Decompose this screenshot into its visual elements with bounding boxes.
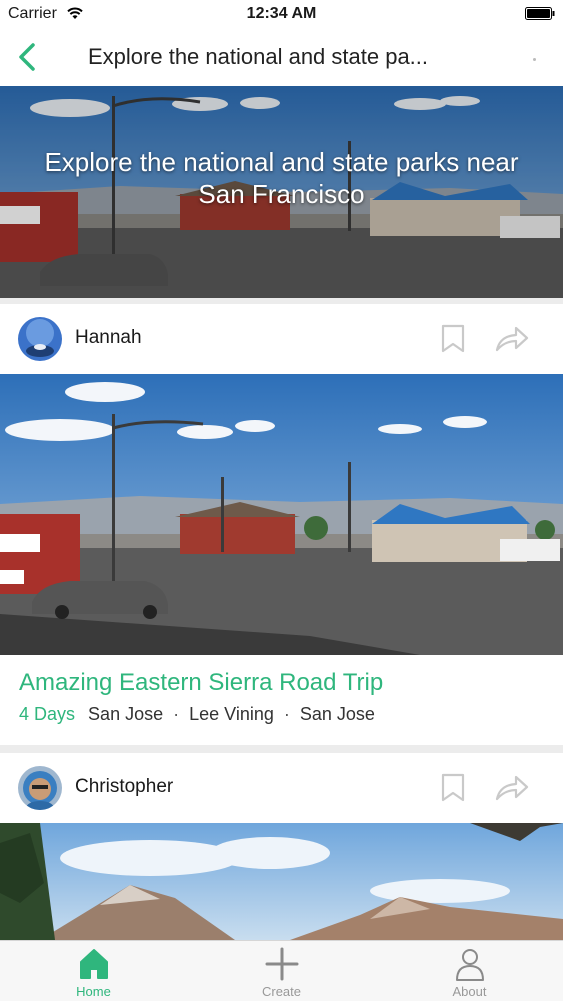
card-header: Hannah — [0, 304, 563, 374]
battery-icon — [525, 7, 555, 20]
more-icon — [533, 58, 536, 61]
person-icon — [456, 949, 484, 981]
bookmark-icon[interactable] — [440, 324, 466, 354]
trip-title[interactable]: Amazing Eastern Sierra Road Trip — [19, 669, 383, 697]
trip-stop: San Jose — [88, 704, 164, 724]
author-name[interactable]: Christopher — [75, 776, 173, 798]
hero-title: Explore the national and state parks nea… — [44, 147, 519, 209]
trip-photo-image — [0, 374, 563, 655]
trip-meta: 4 Days San Jose · Lee Vining · San Jose — [19, 704, 375, 725]
hero-banner[interactable]: Explore the national and state parks nea… — [0, 86, 563, 298]
avatar-image — [18, 766, 62, 810]
separator-dot: · — [283, 704, 290, 724]
separator-dot: · — [173, 704, 180, 724]
author-name[interactable]: Hannah — [75, 327, 142, 349]
home-icon — [80, 949, 108, 979]
tab-label: Home — [76, 984, 111, 999]
tab-about[interactable]: About — [376, 941, 563, 1001]
tab-create[interactable]: Create — [188, 941, 375, 1001]
tab-label: Create — [261, 984, 302, 999]
trip-stop: Lee Vining — [189, 704, 274, 724]
nav-bar: Explore the national and state pa... — [0, 30, 563, 86]
bookmark-icon[interactable] — [440, 773, 466, 803]
avatar-image — [18, 317, 62, 361]
share-icon[interactable] — [494, 324, 530, 354]
avatar[interactable] — [18, 317, 62, 361]
trip-photo[interactable] — [0, 374, 563, 655]
status-bar: Carrier 12:34 AM — [0, 0, 563, 30]
plus-icon — [265, 947, 299, 981]
back-button[interactable] — [14, 42, 40, 72]
card-header: Christopher — [0, 753, 563, 823]
clock: 12:34 AM — [246, 5, 317, 22]
page-title: Explore the national and state pa... — [88, 44, 429, 69]
trip-info[interactable]: Amazing Eastern Sierra Road Trip 4 Days … — [0, 655, 563, 745]
tab-home[interactable]: Home — [0, 941, 187, 1001]
tab-label: About — [452, 984, 487, 999]
trip-photo-image — [0, 823, 563, 940]
trip-stop: San Jose — [299, 704, 375, 724]
avatar[interactable] — [18, 766, 62, 810]
tab-bar: Home Create About — [0, 940, 563, 1001]
trip-photo[interactable] — [0, 823, 563, 940]
trip-days: 4 Days — [19, 704, 76, 724]
share-icon[interactable] — [494, 773, 530, 803]
